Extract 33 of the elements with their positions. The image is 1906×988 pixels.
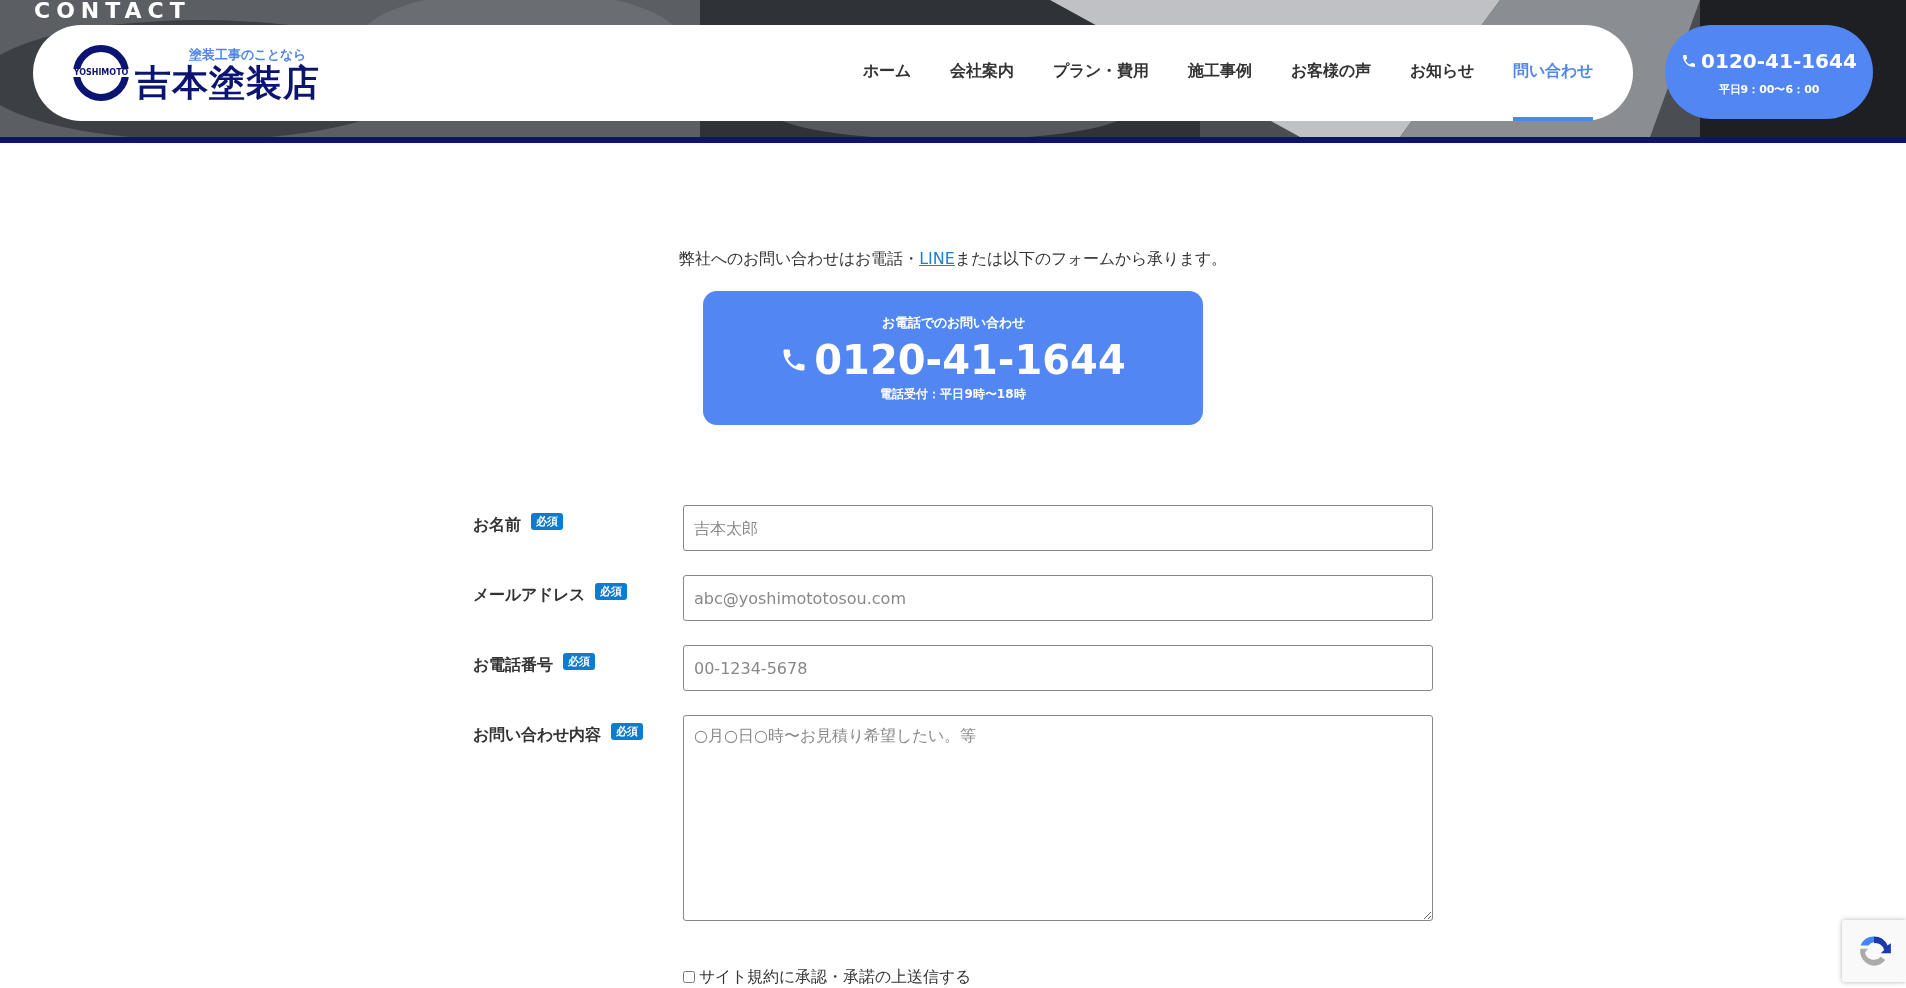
recaptcha-badge[interactable] <box>1842 920 1906 982</box>
required-badge: 必須 <box>595 583 627 600</box>
field-label: お名前 <box>473 514 521 536</box>
nav-link[interactable]: プラン・費用 <box>1053 25 1149 121</box>
phone-card-number: 0120-41-1644 <box>814 335 1126 385</box>
phone-card-caption: お電話でのお問い合わせ <box>881 314 1025 333</box>
nav-link[interactable]: お知らせ <box>1410 25 1474 121</box>
line-link[interactable]: LINE <box>919 249 955 268</box>
phone-hours: 平日9：00〜6：00 <box>1718 81 1820 98</box>
logo-tagline: 塗装工事のことなら <box>188 48 306 61</box>
field-label: お問い合わせ内容 <box>473 724 601 746</box>
logo-mark: YOSHIMOTO <box>73 45 129 101</box>
input-field[interactable]: 00-1234-5678 <box>683 645 1433 691</box>
phone-card-hours: 電話受付：平日9時〜18時 <box>880 385 1026 403</box>
input-field[interactable]: 吉本太郎 <box>683 505 1433 551</box>
nav-link[interactable]: 会社案内 <box>950 25 1014 121</box>
required-badge: 必須 <box>611 723 643 740</box>
field-label: メールアドレス <box>473 584 585 606</box>
textarea-field[interactable]: ○月○日○時〜お見積り希望したい。等 <box>683 715 1433 921</box>
consent-label: サイト規約に承認・承諾の上送信する <box>699 966 971 988</box>
hero-title: CONTACT <box>34 0 191 22</box>
nav-link[interactable]: ホーム <box>863 25 911 121</box>
phone-number: 0120-41-1644 <box>1701 47 1857 75</box>
required-badge: 必須 <box>531 513 563 530</box>
field-label: お電話番号 <box>473 654 553 676</box>
phone-icon <box>1681 52 1698 69</box>
nav-link[interactable]: 施工事例 <box>1188 25 1252 121</box>
intro-text: 弊社へのお問い合わせはお電話・LINE または以下のフォームから承ります。 <box>679 248 1227 270</box>
nav-link[interactable]: 問い合わせ <box>1513 25 1593 121</box>
required-badge: 必須 <box>563 653 595 670</box>
consent-checkbox[interactable] <box>683 971 695 983</box>
nav-link[interactable]: お客様の声 <box>1291 25 1371 121</box>
input-field[interactable]: abc@yoshimototosou.com <box>683 575 1433 621</box>
